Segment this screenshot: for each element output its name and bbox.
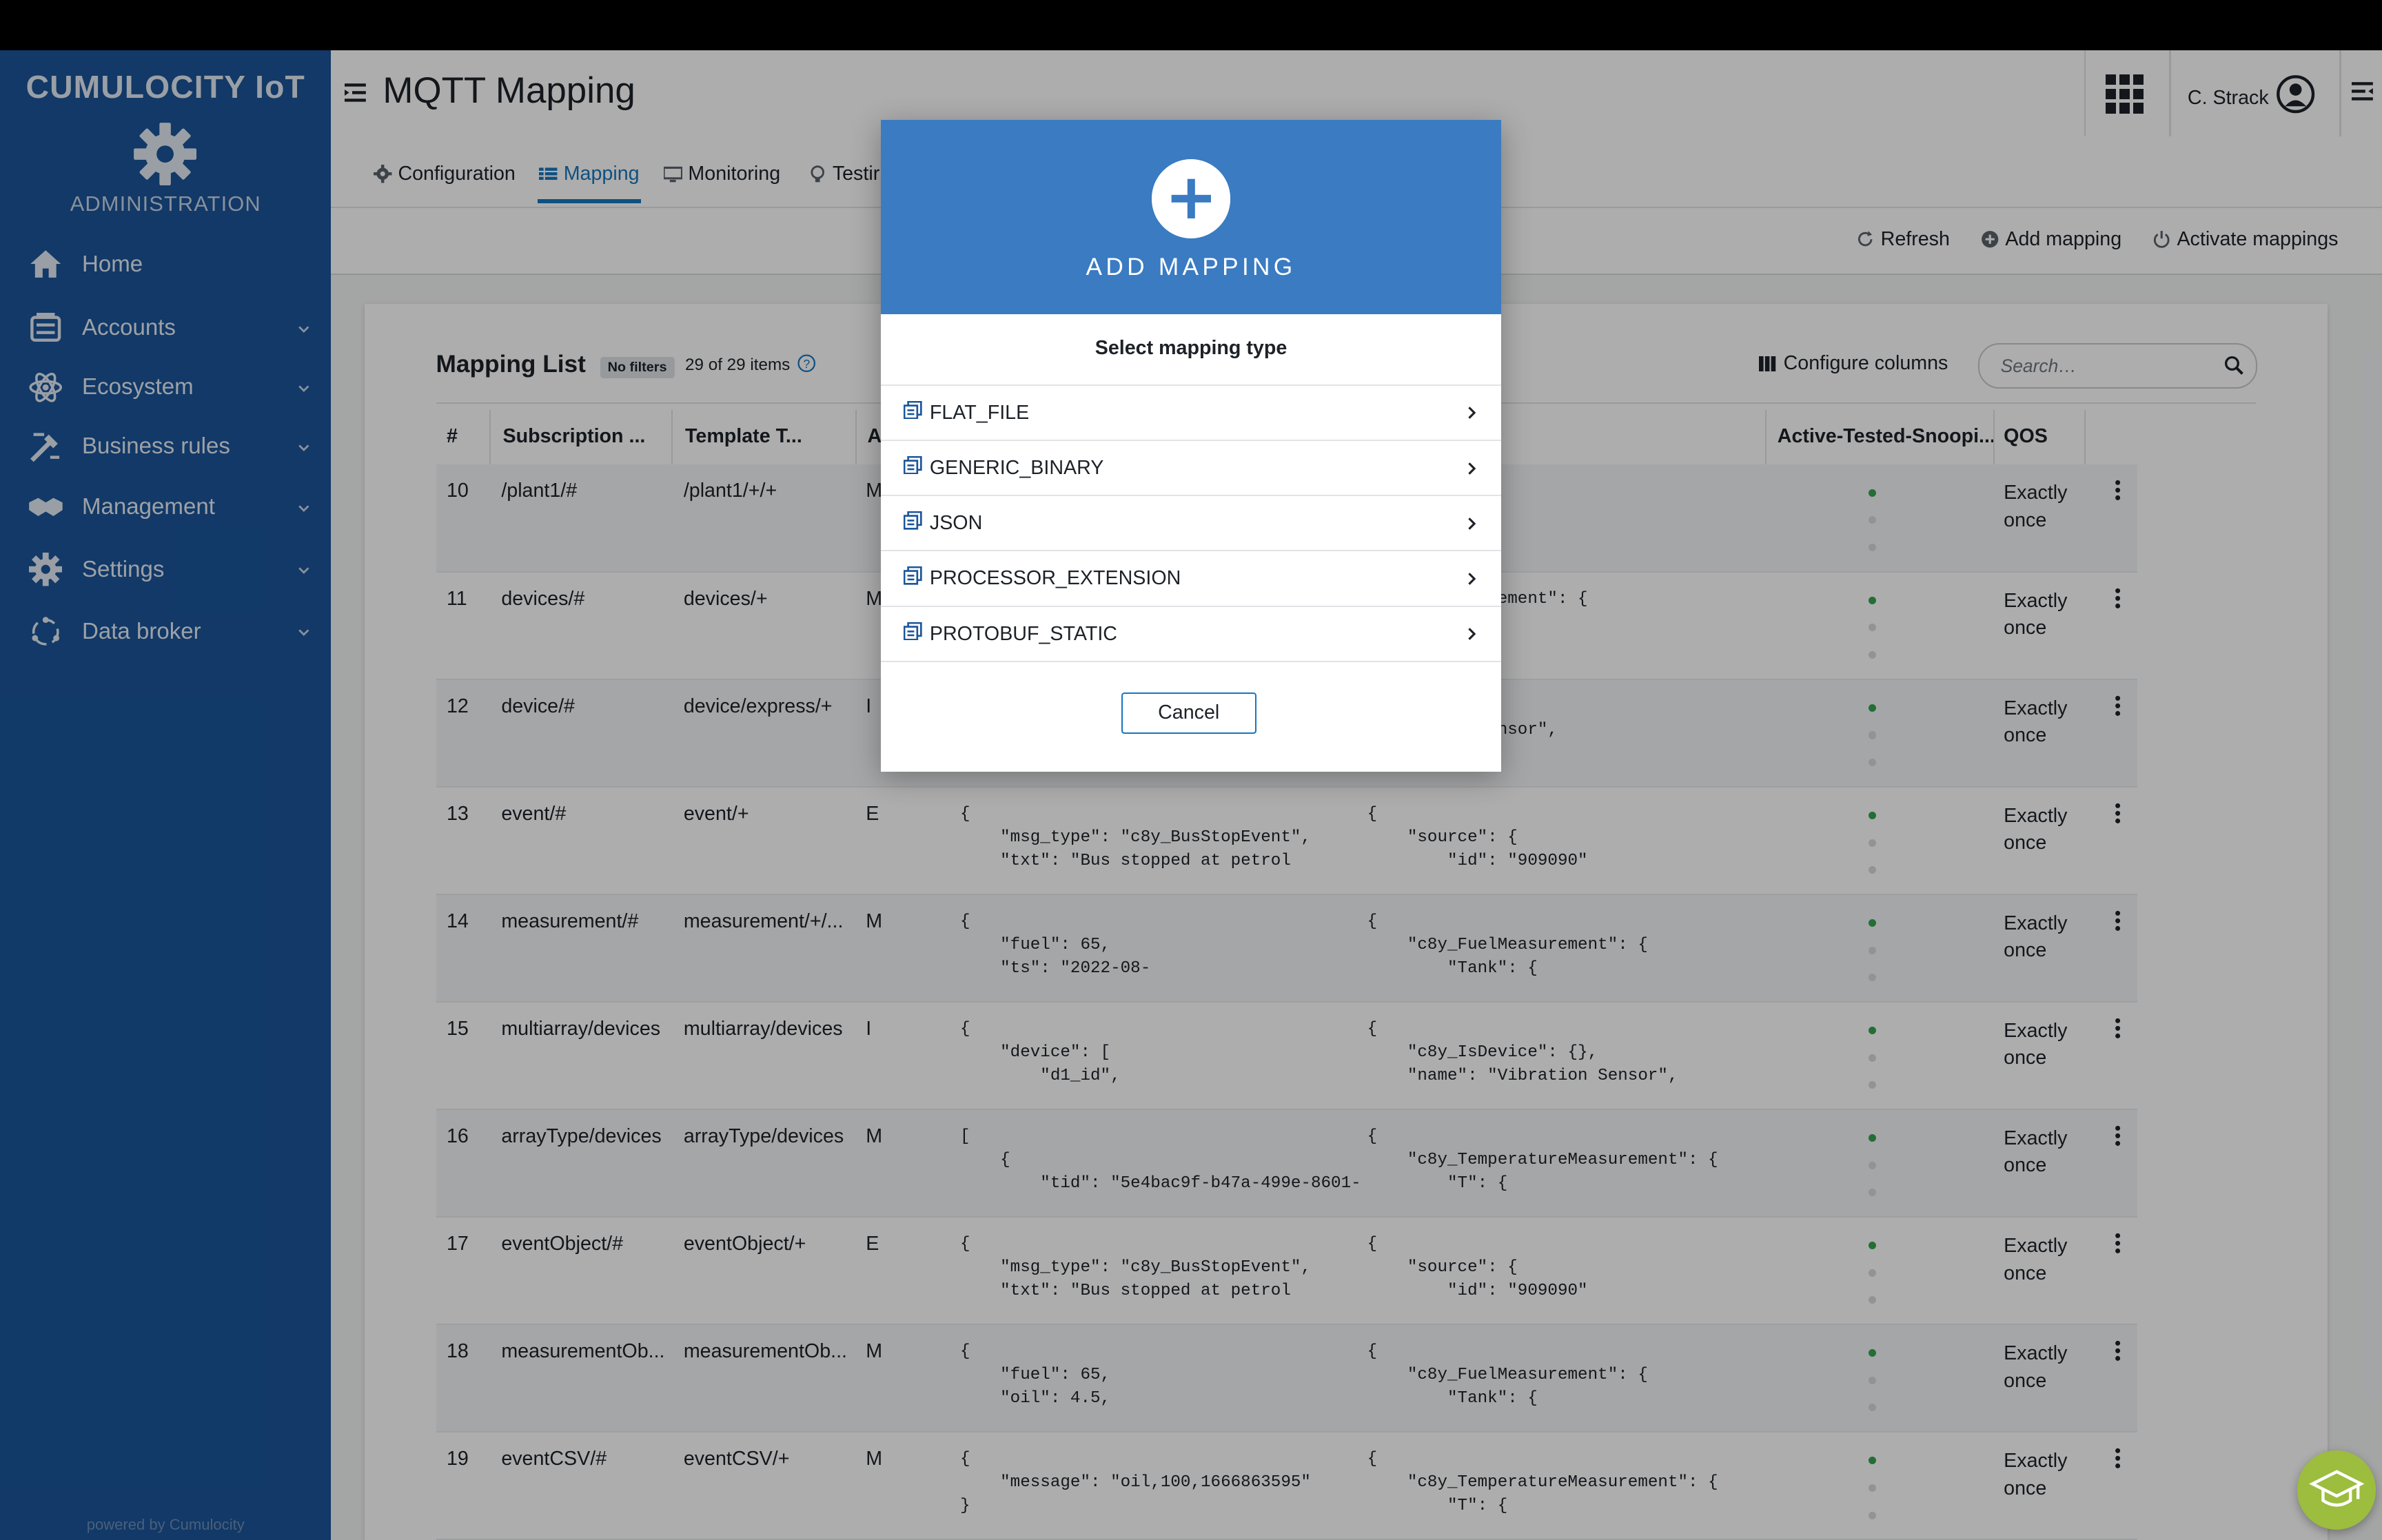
browser-top-bar xyxy=(0,0,2382,50)
option-label: PROCESSOR_EXTENSION xyxy=(929,567,1181,590)
template-icon xyxy=(904,566,922,585)
chevron-right-icon xyxy=(1468,407,1476,420)
add-mapping-dialog: ADD MAPPING Select mapping type FLAT_FIL… xyxy=(881,120,1501,772)
mapping-type-option-json[interactable]: JSON xyxy=(881,495,1501,551)
divider xyxy=(881,660,1501,662)
dialog-header: ADD MAPPING xyxy=(881,120,1501,315)
mapping-type-option-flat-file[interactable]: FLAT_FILE xyxy=(881,384,1501,440)
template-icon xyxy=(904,400,922,420)
option-label: FLAT_FILE xyxy=(929,401,1030,424)
mapping-type-option-processor-extension[interactable]: PROCESSOR_EXTENSION xyxy=(881,550,1501,606)
option-label: PROTOBUF_STATIC xyxy=(929,622,1117,645)
dialog-title: ADD MAPPING xyxy=(1086,254,1296,281)
dialog-subtitle: Select mapping type xyxy=(1095,337,1287,360)
onboarding-help-button[interactable] xyxy=(2297,1450,2376,1530)
cancel-button[interactable]: Cancel xyxy=(1121,692,1256,734)
option-label: JSON xyxy=(929,512,983,535)
template-icon xyxy=(904,455,922,475)
graduation-cap-icon xyxy=(2308,1470,2365,1507)
mapping-type-option-generic-binary[interactable]: GENERIC_BINARY xyxy=(881,439,1501,495)
option-label: GENERIC_BINARY xyxy=(929,457,1104,480)
template-icon xyxy=(904,622,922,641)
plus-icon xyxy=(1151,159,1231,239)
chevron-right-icon xyxy=(1468,462,1476,475)
chevron-right-icon xyxy=(1468,517,1476,530)
mapping-type-option-protobuf-static[interactable]: PROTOBUF_STATIC xyxy=(881,605,1501,661)
chevron-right-icon xyxy=(1468,573,1476,585)
template-icon xyxy=(904,511,922,530)
chevron-right-icon xyxy=(1468,628,1476,641)
